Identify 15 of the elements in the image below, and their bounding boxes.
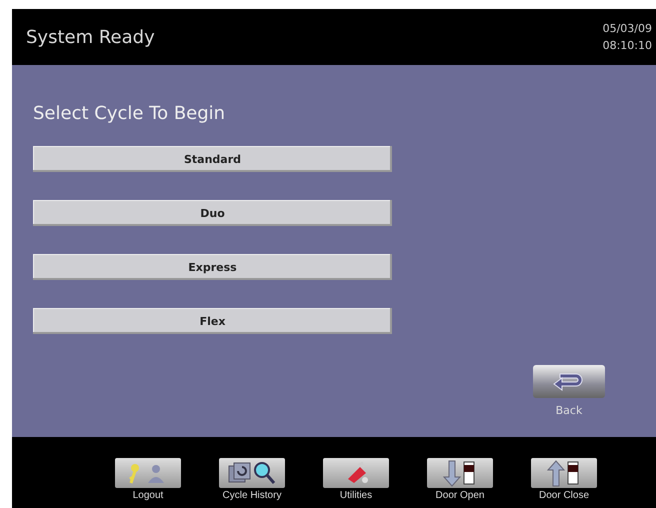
toolbar-label: Logout [132,490,164,501]
cycle-button[interactable]: Express [33,254,392,280]
toolbar-label: Utilities [340,490,372,501]
status-title: System Ready [26,26,155,48]
date-text: 05/03/09 [602,22,652,35]
cycle-button[interactable]: Flex [33,308,392,334]
toolbar-label: Door Close [538,490,590,501]
back-button[interactable] [533,365,605,398]
toolbar-label: Cycle History [222,490,282,501]
toolbar-label: Door Open [436,490,484,501]
cycle-button[interactable]: Duo [33,200,392,226]
cycle-button[interactable]: Standard [33,146,392,172]
time-text: 08:10:10 [602,39,652,52]
back-label: Back [556,404,582,417]
prompt-text: Select Cycle To Begin [33,103,226,124]
